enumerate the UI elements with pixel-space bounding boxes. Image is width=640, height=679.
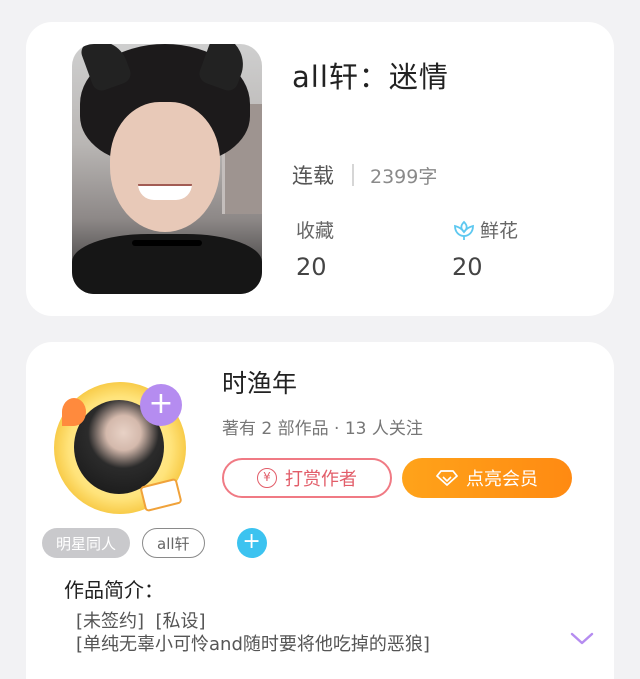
- avatar-frame-leaf-icon: [62, 398, 86, 426]
- book-cover-image[interactable]: [72, 44, 262, 294]
- book-meta: 连载 2399字: [292, 160, 437, 190]
- intro-text[interactable]: [未签约] [私设] [单纯无辜小可怜and随时要将他吃掉的恶狼]: [76, 610, 430, 656]
- flowers-count: 20: [452, 253, 483, 281]
- intro-line: [单纯无辜小可怜and随时要将他吃掉的恶狼]: [76, 634, 430, 655]
- activate-vip-button[interactable]: 点亮会员: [402, 458, 572, 498]
- flowers-label: 鲜花: [480, 220, 519, 242]
- chevron-down-icon[interactable]: [570, 632, 594, 646]
- book-info-card: all轩：迷情 连载 2399字 收藏 20 鲜花 20: [26, 22, 614, 316]
- yen-coin-icon: ¥: [257, 468, 277, 488]
- tip-author-label: 打赏作者: [285, 469, 357, 490]
- flower-icon: [454, 220, 474, 240]
- favorites-stat[interactable]: 收藏 20: [296, 216, 334, 281]
- diamond-icon: [436, 470, 458, 486]
- author-stats: 著有 2 部作品 · 13 人关注: [222, 419, 423, 439]
- author-card: + 时渔年 著有 2 部作品 · 13 人关注 ¥ 打赏作者 点亮会员 明星同人…: [26, 342, 614, 679]
- serial-status: 连载: [292, 164, 334, 188]
- follow-author-button[interactable]: +: [140, 384, 182, 426]
- intro-heading: 作品简介：: [64, 578, 164, 602]
- favorites-count: 20: [296, 253, 327, 281]
- add-tag-button[interactable]: +: [236, 528, 267, 558]
- intro-line: [未签约] [私设]: [76, 611, 206, 632]
- tag-keyword[interactable]: all轩: [142, 528, 205, 558]
- favorites-label: 收藏: [296, 220, 335, 242]
- author-name[interactable]: 时渔年: [222, 364, 297, 400]
- flowers-label-row: 鲜花: [452, 216, 518, 243]
- flowers-stat[interactable]: 鲜花 20: [452, 216, 518, 281]
- tag-list: 明星同人 all轩 +: [42, 528, 267, 558]
- activate-vip-label: 点亮会员: [466, 469, 538, 490]
- tip-author-button[interactable]: ¥ 打赏作者: [222, 458, 392, 498]
- word-count: 2399字: [370, 165, 438, 188]
- book-title: all轩：迷情: [292, 60, 449, 94]
- meta-divider: [352, 164, 354, 186]
- tag-category[interactable]: 明星同人: [42, 528, 131, 558]
